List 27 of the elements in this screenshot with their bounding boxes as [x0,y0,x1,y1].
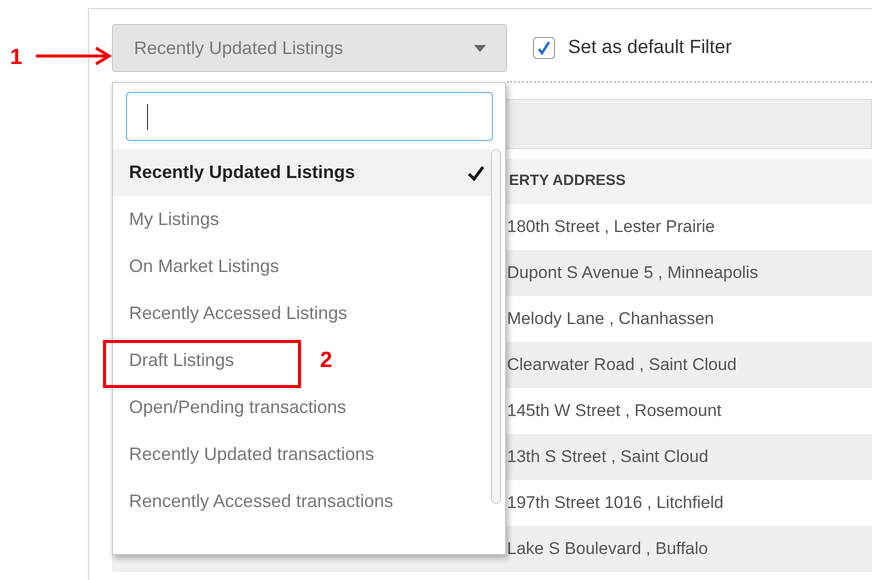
table-cell-text: Clearwater Road , Saint Cloud [507,354,737,376]
menu-item[interactable]: Open/Pending transactions [113,384,352,431]
table-cell-text: 197th Street 1016 , Litchfield [507,492,724,514]
table-cell-text: 13th S Street , Saint Cloud [507,446,708,468]
menu-item[interactable]: Recently Accessed Listings [113,290,354,337]
checkbox-label: Set as default Filter [568,36,732,60]
table-cell-text: 145th W Street , Rosemount [507,400,722,422]
search-field[interactable] [126,92,493,141]
menu-item[interactable]: My Listings [113,196,226,243]
checkbox[interactable] [533,37,555,59]
table-cell-text: Lake S Boulevard , Buffalo [507,538,708,560]
menu-item[interactable]: Draft Listings [113,337,240,384]
check-icon [467,164,485,180]
annotation-number: 1 [10,46,22,68]
menu-item[interactable]: On Market Listings [113,243,286,290]
arrow-icon [36,46,112,66]
checkmark-icon [536,40,552,56]
menu-item[interactable]: Recently Updated Listings [113,149,491,196]
table-cell-text: Melody Lane , Chanhassen [507,308,714,330]
table-cell-text: 180th Street , Lester Prairie [507,216,715,238]
caret-icon [474,44,486,52]
menu-item[interactable]: Recently Updated transactions [113,431,380,478]
column-header: ERTY ADDRESS [509,171,626,192]
table-cell-text: Dupont S Avenue 5 , Minneapolis [507,262,758,284]
menu-item[interactable]: Rencently Accessed transactions [113,478,400,525]
annotation-number: 2 [320,349,332,371]
filter-select[interactable]: Recently Updated Listings [112,24,507,72]
